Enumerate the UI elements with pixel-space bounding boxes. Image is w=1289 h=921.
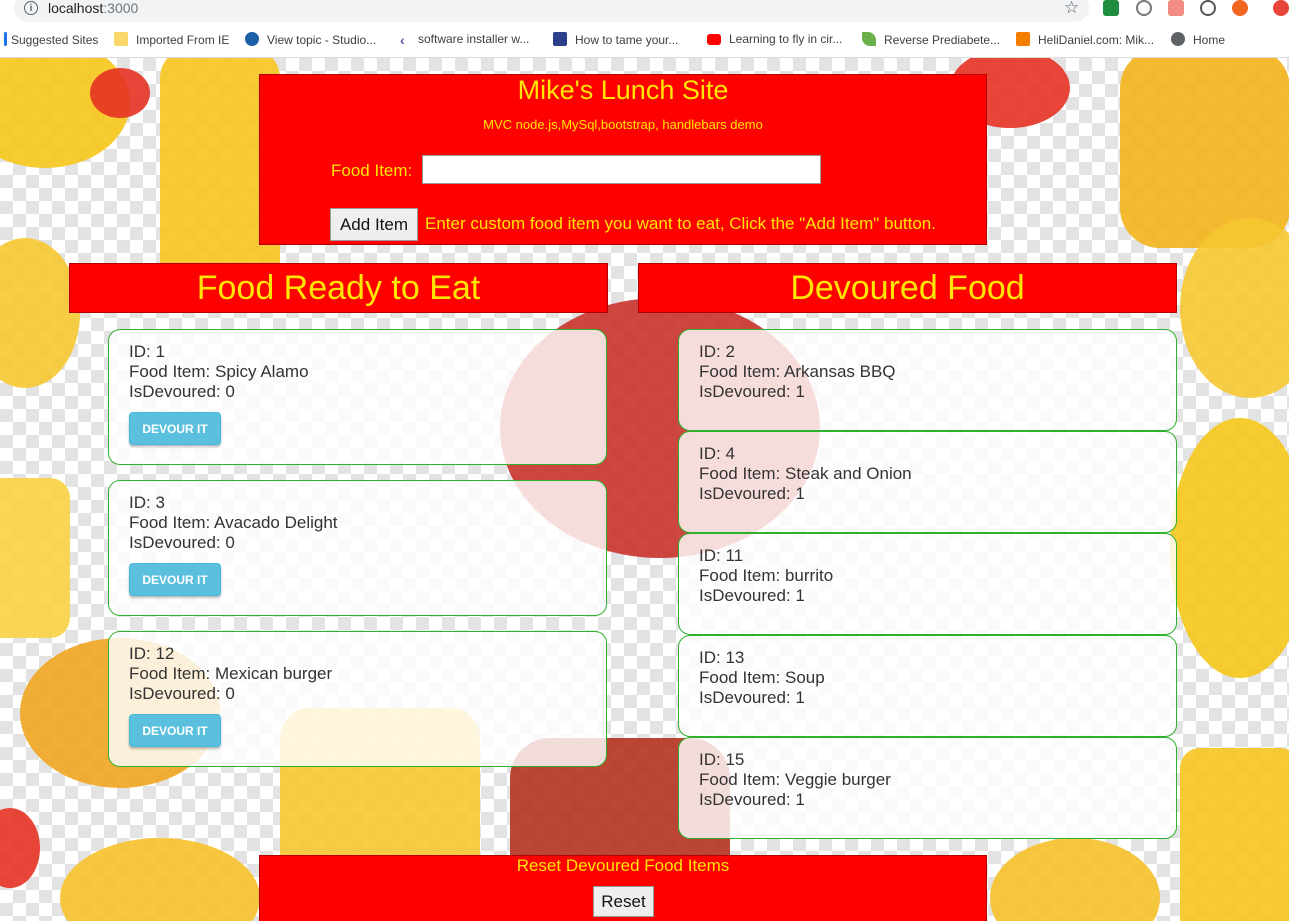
- reset-panel: Reset Devoured Food Items Reset: [259, 855, 987, 921]
- ready-card: ID: 3 Food Item: Avacado Delight IsDevou…: [108, 480, 607, 616]
- bookmark-imported-from-ie[interactable]: Imported From IE: [114, 32, 229, 47]
- bookmark-label: Suggested Sites: [11, 33, 99, 47]
- visual-studio-icon: ‹: [400, 32, 405, 48]
- bookmark-label: View topic - Studio...: [267, 33, 377, 47]
- devoured-card: ID: 11 Food Item: burrito IsDevoured: 1: [678, 533, 1177, 635]
- bookmark-label: Imported From IE: [136, 33, 230, 47]
- bookmark-star-icon[interactable]: ☆: [1064, 0, 1079, 18]
- card-food-item: Food Item: Veggie burger: [699, 770, 891, 789]
- card-id: ID: 1: [129, 342, 165, 361]
- card-food-item: Food Item: burrito: [699, 566, 834, 585]
- fries-left-decoration: [0, 478, 70, 638]
- card-food-item: Food Item: Avacado Delight: [129, 513, 338, 532]
- dev-extension-icon[interactable]: [1200, 0, 1216, 16]
- bookmark-label: software installer w...: [418, 32, 530, 46]
- reset-button[interactable]: Reset: [593, 886, 654, 917]
- devour-button[interactable]: DEVOUR IT: [129, 563, 221, 596]
- globe-icon: [1171, 32, 1185, 46]
- cheese-burger-right-decoration: [1170, 418, 1289, 678]
- circle-extension-icon[interactable]: [1136, 0, 1152, 16]
- devoured-card: ID: 13 Food Item: Soup IsDevoured: 1: [678, 635, 1177, 737]
- bookmarks-bar: Suggested Sites Imported From IE View to…: [0, 22, 1289, 58]
- page-subtitle: MVC node.js,MySql,bootstrap, handlebars …: [483, 117, 763, 132]
- leaf-icon: [862, 32, 876, 46]
- bookmark-label: Home: [1193, 33, 1226, 47]
- flag-icon: [553, 32, 567, 46]
- bookmark-software-installer[interactable]: ‹ software installer w...: [400, 32, 530, 48]
- sandwich-decoration: [0, 238, 80, 388]
- url-field[interactable]: [14, 0, 1089, 22]
- bookmark-label: How to tame your...: [575, 33, 679, 47]
- browser-address-bar: i localhost:3000 ☆: [0, 0, 1289, 22]
- card-food-item: Food Item: Soup: [699, 668, 825, 687]
- food-item-label: Food Item:: [331, 161, 413, 180]
- card-is-devoured: IsDevoured: 0: [129, 533, 235, 552]
- bookmark-reverse-prediabetes[interactable]: Reverse Prediabete...: [862, 32, 1000, 47]
- youtube-icon: [707, 34, 721, 45]
- hotdog-left-decoration: [0, 808, 40, 888]
- ready-heading: Food Ready to Eat: [69, 263, 608, 313]
- devour-button[interactable]: DEVOUR IT: [129, 412, 221, 445]
- card-id: ID: 2: [699, 342, 735, 361]
- bookmark-label: Reverse Prediabete...: [884, 33, 1001, 47]
- bookmark-label: Learning to fly in cir...: [729, 32, 843, 46]
- burger-bottom-right-decoration: [990, 838, 1160, 921]
- bookmark-helidaniel[interactable]: HeliDaniel.com: Mik...: [1016, 32, 1154, 47]
- card-is-devoured: IsDevoured: 1: [699, 382, 805, 401]
- url-port: :3000: [103, 0, 139, 16]
- card-food-item: Food Item: Mexican burger: [129, 664, 333, 683]
- devoured-heading: Devoured Food: [638, 263, 1177, 313]
- food-item-input[interactable]: [422, 155, 821, 184]
- card-is-devoured: IsDevoured: 1: [699, 484, 805, 503]
- card-is-devoured: IsDevoured: 1: [699, 790, 805, 809]
- tomato-decoration: [90, 68, 150, 118]
- check-extension-icon[interactable]: [1103, 0, 1119, 16]
- bookmark-view-topic[interactable]: View topic - Studio...: [245, 32, 376, 47]
- devoured-card: ID: 4 Food Item: Steak and Onion IsDevou…: [678, 431, 1177, 533]
- card-id: ID: 4: [699, 444, 735, 463]
- site-info-icon[interactable]: i: [24, 1, 38, 15]
- fries-right-decoration: [1180, 748, 1289, 921]
- devoured-card: ID: 2 Food Item: Arkansas BBQ IsDevoured…: [678, 329, 1177, 431]
- card-id: ID: 15: [699, 750, 745, 769]
- bookmark-home[interactable]: Home: [1171, 32, 1225, 47]
- card-is-devoured: IsDevoured: 0: [129, 382, 235, 401]
- orange-extension-icon[interactable]: [1232, 0, 1248, 16]
- bookmark-learning-to-fly[interactable]: Learning to fly in cir...: [707, 32, 842, 46]
- forum-icon: [245, 32, 259, 46]
- card-id: ID: 11: [699, 546, 744, 565]
- profile-avatar-icon[interactable]: [1273, 0, 1289, 16]
- bookmark-suggested-sites[interactable]: Suggested Sites: [4, 32, 98, 47]
- page-background: Mike's Lunch Site MVC node.js,MySql,boot…: [0, 58, 1289, 921]
- blogger-icon: [1016, 32, 1030, 46]
- card-is-devoured: IsDevoured: 1: [699, 586, 805, 605]
- card-id: ID: 12: [129, 644, 175, 663]
- page-title: Mike's Lunch Site: [517, 75, 729, 105]
- devoured-card: ID: 15 Food Item: Veggie burger IsDevour…: [678, 737, 1177, 839]
- add-item-help-text: Enter custom food item you want to eat, …: [425, 214, 936, 233]
- bookmark-how-to-tame[interactable]: How to tame your...: [553, 32, 678, 47]
- ready-card: ID: 12 Food Item: Mexican burger IsDevou…: [108, 631, 607, 767]
- suggested-sites-icon: [4, 32, 7, 46]
- card-food-item: Food Item: Steak and Onion: [699, 464, 912, 483]
- header-panel: Mike's Lunch Site MVC node.js,MySql,boot…: [259, 74, 987, 245]
- devour-button[interactable]: DEVOUR IT: [129, 714, 221, 747]
- card-is-devoured: IsDevoured: 0: [129, 684, 235, 703]
- burger-bottom-decoration: [60, 838, 260, 921]
- play-extension-icon[interactable]: [1168, 0, 1184, 16]
- card-is-devoured: IsDevoured: 1: [699, 688, 805, 707]
- ready-card: ID: 1 Food Item: Spicy Alamo IsDevoured:…: [108, 329, 607, 465]
- card-id: ID: 3: [129, 493, 165, 512]
- folder-icon: [114, 32, 128, 46]
- bookmark-label: HeliDaniel.com: Mik...: [1038, 33, 1155, 47]
- url-text[interactable]: localhost:3000: [48, 0, 138, 16]
- card-food-item: Food Item: Spicy Alamo: [129, 362, 309, 381]
- card-id: ID: 13: [699, 648, 745, 667]
- url-host: localhost: [48, 0, 104, 16]
- card-food-item: Food Item: Arkansas BBQ: [699, 362, 896, 381]
- add-item-button[interactable]: Add Item: [330, 208, 418, 241]
- reset-title: Reset Devoured Food Items: [516, 856, 730, 875]
